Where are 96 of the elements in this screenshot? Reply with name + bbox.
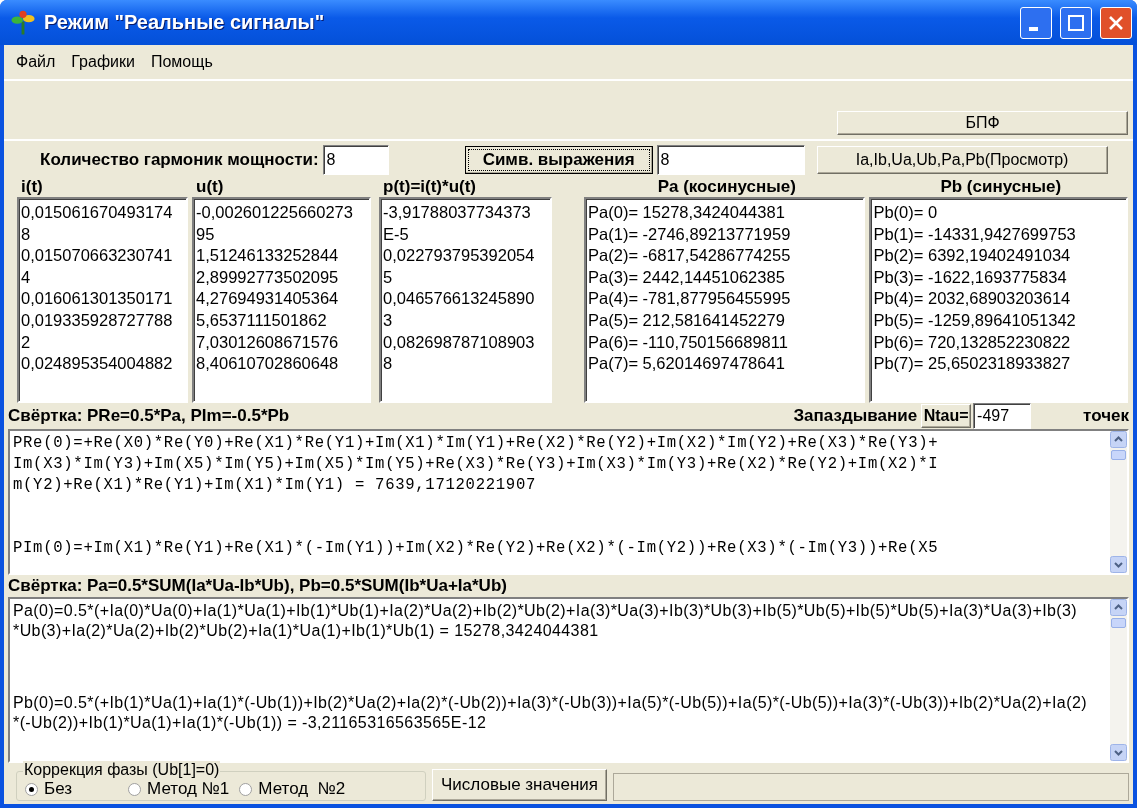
- menu-item[interactable]: Помощь: [142, 53, 221, 71]
- list-item: Pb(0)= 0: [873, 202, 939, 223]
- column-header: p(t)=i(t)*u(t): [382, 177, 477, 197]
- list-item: 8,40610702860648: [196, 353, 340, 375]
- scrollbar[interactable]: [1110, 599, 1127, 761]
- radio-option[interactable]: Метод №1: [128, 779, 230, 799]
- list-item: Pb(6)= 720,132852230822: [873, 331, 1072, 353]
- text-line: Pb(0)=0.5*(+Ib(1)*Ua(1)+Ia(1)*(-Ub(1))+Ib(2)*Ua(2)+Ia(2)*(-Ub(2))+Ia(3)*(-Ub(3))+Ia(5)*(-Ub(5))+Ia(5)*(-Ub(5))+Ia(3)*(-Ub(3))+Ib(2)*Ua(2)+Ia(2): [13, 693, 1088, 713]
- list-item: 1,51246133252844: [196, 245, 340, 267]
- column-header: Pb (синусные): [939, 177, 1062, 197]
- list-item: 8: [383, 353, 394, 375]
- radio-option[interactable]: Без: [25, 779, 73, 799]
- list-box[interactable]: 0,015061670493174 8 0,015070663230741 4 0,016061301350171 0,019335928727788 2 0,024895354004882: [17, 197, 189, 403]
- minimize-icon: [1029, 26, 1038, 31]
- plant-icon: [10, 9, 36, 36]
- text-area[interactable]: [8, 429, 1129, 575]
- close-icon: [1108, 14, 1124, 31]
- scroll-thumb[interactable]: [1111, 450, 1126, 460]
- list-item: 8: [21, 223, 32, 245]
- group-label: Коррекция фазы (Ub[1]=0): [23, 761, 221, 779]
- scroll-down-icon[interactable]: [1110, 744, 1127, 761]
- list-item: -3,91788037734373: [383, 202, 532, 223]
- list-item: Pa(4)= -781,877956455995: [588, 288, 792, 310]
- list-item: Pb(2)= 6392,19402491034: [873, 245, 1072, 267]
- list-item: 0,022793795392054: [383, 245, 536, 267]
- list-item: Pa(2)= -6817,54286774255: [588, 245, 792, 267]
- text-line: *(-Ub(2))+Ib(1)*Ua(1)+Ia(1)*(-Ub(1)) = -3,21165316563565E-12: [13, 713, 488, 733]
- list-item: Pb(5)= -1259,89641051342: [873, 309, 1077, 331]
- delay-label: Запаздывание: [793, 406, 918, 426]
- text-line: Pa(0)=0.5*(+Ia(0)*Ua(0)+Ia(1)*Ua(1)+Ib(1)*Ub(1)+Ia(2)*Ua(2)+Ib(2)*Ub(2)+Ia(3)*Ua(3)+Ib(3)*Ub(3)+Ib(5)*Ub(5)+Ib(5)*Ub(5)+Ia(3)*Ua(3)+Ib(3): [13, 601, 1079, 621]
- list-item: Pa(5)= 212,581641452279: [588, 309, 786, 331]
- list-item: Pa(7)= 5,62014697478641: [588, 353, 786, 375]
- list-item: 5: [383, 266, 394, 288]
- scroll-down-icon[interactable]: [1110, 556, 1127, 573]
- list-item: 4: [21, 266, 32, 288]
- list-item: Pb(7)= 25,6502318933827: [873, 353, 1072, 375]
- minimize-button[interactable]: [1020, 6, 1052, 39]
- list-item: -0,002601225660273: [196, 202, 354, 223]
- column-header: Pa (косинусные): [656, 177, 796, 197]
- maximize-icon: [1068, 14, 1084, 31]
- list-item: Pa(6)= -110,750156689811: [588, 331, 789, 353]
- scrollbar[interactable]: [1110, 431, 1127, 573]
- radio-option[interactable]: Метод №2: [239, 779, 346, 799]
- convolution-label: Свёртка: PRe=0.5*Pa, PIm=-0.5*Pb: [8, 406, 291, 426]
- view-button[interactable]: Ia,Ib,Ua,Ub,Pa,Pb(Просмотр): [816, 146, 1108, 174]
- list-item: 4,27694931405364: [196, 288, 340, 310]
- list-item: Pb(3)= -1622,1693775834: [873, 266, 1068, 288]
- list-box[interactable]: -0,002601225660273 95 1,51246133252844 2,89992773502095 4,27694931405364 5,6537111501862 7,03012608671576 8,40610702860648: [192, 197, 371, 403]
- list-item: 2: [21, 331, 32, 353]
- scroll-up-icon[interactable]: [1110, 431, 1127, 448]
- text-line: m(Y2)+Re(X1)*Re(Y1)+Im(X1)*Im(Y1) = 7639,17120221907: [13, 475, 537, 496]
- text-area[interactable]: [8, 597, 1129, 763]
- menu-item[interactable]: Графики: [63, 53, 143, 71]
- list-item: 7,03012608671576: [196, 331, 340, 353]
- convolution-label: Свёртка: Pa=0.5*SUM(Ia*Ua-Ib*Ub), Pb=0.5*SUM(Ib*Ua+Ia*Ub): [8, 576, 507, 596]
- list-item: Pb(1)= -14331,9427699753: [873, 223, 1077, 245]
- close-button[interactable]: [1100, 6, 1132, 39]
- maximize-button[interactable]: [1060, 6, 1092, 39]
- list-item: 0,019335928727788: [21, 309, 174, 331]
- list-item: 0,015070663230741: [21, 245, 174, 267]
- column-header: i(t): [20, 177, 44, 197]
- text-line: *Ub(3)+Ia(2)*Ua(2)+Ib(2)*Ub(2)+Ia(1)*Ua(1)+Ib(1)*Ub(1) = 15278,3424044381: [13, 621, 600, 641]
- ntau-button[interactable]: Ntau=: [921, 404, 972, 428]
- list-item: Pb(4)= 2032,68903203614: [873, 288, 1072, 310]
- list-item: 0,015061670493174: [21, 202, 174, 223]
- menu-item[interactable]: Файл: [8, 53, 64, 71]
- list-item: 2,89992773502095: [196, 266, 340, 288]
- text-line: PRe(0)=+Re(X0)*Re(Y0)+Re(X1)*Re(Y1)+Im(X1)*Im(Y1)+Re(X2)*Re(Y2)+Im(X2)*Im(Y2)+Re(X3)*Re(Y3)+: [13, 433, 940, 454]
- list-box[interactable]: Pb(0)= 0 Pb(1)= -14331,9427699753 Pb(2)= 6392,19402491034 Pb(3)= -1622,1693775834 Pb(4)= 2032,68903203614 Pb(5)= -1259,89641051342 Pb(6)= 720,132852230822 Pb(7)= 25,6502318933827: [869, 197, 1128, 403]
- list-item: E-5: [383, 223, 410, 245]
- list-item: Pa(0)= 15278,3424044381: [588, 202, 786, 223]
- symbolic-field[interactable]: 8: [656, 145, 805, 175]
- harmonics-label: Количество гармоник мощности:: [40, 150, 319, 170]
- list-item: 0,046576613245890: [383, 288, 536, 310]
- column-header: u(t): [195, 177, 225, 197]
- list-box[interactable]: Pa(0)= 15278,3424044381 Pa(1)= -2746,89213771959 Pa(2)= -6817,54286774255 Pa(3)= 2442,14451062385 Pa(4)= -781,877956455995 Pa(5)= 212,581641452279 Pa(6)= -110,750156689811 Pa(7)= 5,62014697478641: [584, 197, 866, 403]
- scroll-thumb[interactable]: [1111, 618, 1126, 628]
- list-item: 3: [383, 309, 394, 331]
- list-item: Pa(1)= -2746,89213771959: [588, 223, 792, 245]
- window-title: Режим "Реальные сигналы": [44, 11, 326, 34]
- text-line: Im(X3)*Im(Y3)+Im(X5)*Im(Y5)+Im(X5)*Im(Y5)+Re(X3)*Re(Y3)+Im(X3)*Im(Y3)+Re(X2)*Re(Y2)+Im(X2)*I: [13, 454, 940, 475]
- list-item: 0,082698787108903: [383, 331, 536, 353]
- values-button[interactable]: Числовые значения: [432, 769, 607, 801]
- fft-button[interactable]: БПФ: [837, 111, 1128, 135]
- scroll-up-icon[interactable]: [1110, 599, 1127, 616]
- harmonics-field[interactable]: 8: [322, 145, 389, 175]
- symbolic-button[interactable]: Симв. выражения: [464, 146, 653, 174]
- list-item: Pa(3)= 2442,14451062385: [588, 266, 786, 288]
- list-item: 0,024895354004882: [21, 353, 174, 375]
- points-label: точек: [1083, 406, 1129, 426]
- list-box[interactable]: -3,91788037734373 E-5 0,022793795392054 5 0,046576613245890 3 0,082698787108903 8: [379, 197, 553, 403]
- list-item: 5,6537111501862: [196, 309, 328, 331]
- list-item: 95: [196, 223, 216, 245]
- ntau-field[interactable]: -497: [973, 403, 1032, 429]
- list-item: 0,016061301350171: [21, 288, 174, 310]
- text-line: PIm(0)=+Im(X1)*Re(Y1)+Re(X1)*(-Im(Y1))+Im(X2)*Re(Y2)+Re(X2)*(-Im(Y2))+Re(X3)*(-Im(Y3))+Re(X5: [13, 538, 940, 559]
